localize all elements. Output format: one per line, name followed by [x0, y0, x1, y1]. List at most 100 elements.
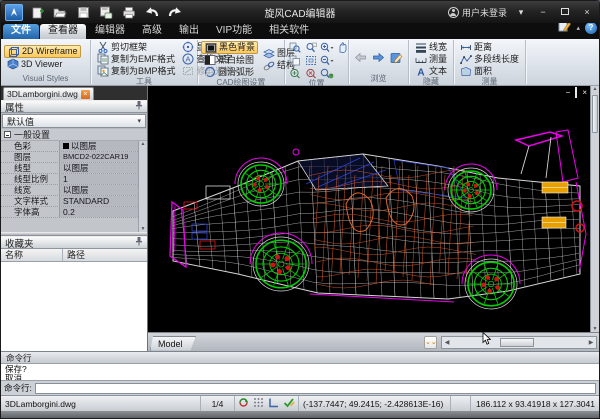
save-as-pdf-icon[interactable] [97, 4, 115, 21]
tab-related[interactable]: 相关软件 [261, 24, 317, 39]
hide-text-button[interactable]: A 文本 [412, 65, 449, 77]
properties-scrollbar[interactable]: ▲ ▼ [138, 141, 147, 232]
redo-icon[interactable] [166, 4, 184, 21]
scroll-down-icon[interactable]: ▼ [141, 226, 146, 232]
3d-cube-icon [6, 58, 19, 71]
text-a-icon: A [414, 65, 427, 78]
property-row-linetype[interactable]: 线型 以图层 [1, 163, 138, 174]
group-hide: 线宽 测量 A 文本 隐藏 [409, 40, 454, 86]
pan-hand-icon[interactable] [336, 41, 350, 53]
wireframe-car [169, 129, 587, 310]
property-grid: 色彩 以图层 图层 BMCD2-022CAR19 线型 以图层 线型比例 1 线… [1, 141, 147, 232]
zoom-in-dropdown-icon[interactable] [320, 41, 334, 53]
property-row-layer[interactable]: 图层 BMCD2-022CAR19 [1, 152, 138, 163]
collapse-ribbon-icon[interactable]: ▴ [576, 24, 580, 32]
zoom-window-icon[interactable] [288, 41, 302, 53]
scrollbar-thumb[interactable] [592, 95, 598, 133]
edit-view-icon[interactable] [390, 52, 404, 64]
model-tab[interactable]: Model [150, 335, 196, 351]
hide-lineweight-button[interactable]: 线宽 [412, 41, 449, 53]
polyline-length-button[interactable]: 多段线长度 [457, 53, 521, 65]
user-login-button[interactable]: 用户未登录 [447, 6, 507, 19]
zoom-out-dropdown-icon[interactable] [320, 54, 334, 66]
app-logo-icon[interactable] [5, 3, 23, 21]
zoom-all-icon[interactable] [288, 67, 302, 79]
tab-file[interactable]: 文件 [3, 24, 39, 39]
minimize-button[interactable]: − [535, 5, 551, 19]
back-arrow-icon[interactable] [354, 52, 368, 64]
scroll-up-icon[interactable]: ▲ [141, 141, 146, 147]
command-panel-header[interactable]: 命令行 [1, 352, 599, 364]
tab-advanced[interactable]: 高级 [134, 24, 170, 39]
ortho-icon[interactable] [268, 397, 279, 410]
save-icon[interactable] [74, 4, 92, 21]
favorites-list[interactable] [1, 262, 147, 351]
zoom-rect-icon[interactable] [304, 41, 318, 53]
close-document-icon[interactable]: × [80, 89, 90, 99]
maximize-button[interactable] [557, 5, 573, 19]
tab-viewer[interactable]: 查看器 [40, 24, 86, 39]
mdi-close-icon[interactable]: × [582, 88, 587, 97]
help-icon[interactable]: ? [585, 22, 597, 34]
pin-icon[interactable] [135, 100, 143, 113]
scroll-down-icon[interactable]: ▼ [593, 326, 598, 332]
property-preset-dropdown[interactable]: 默认值 ▾ [2, 114, 146, 128]
tab-output[interactable]: 输出 [171, 24, 207, 39]
command-input[interactable] [34, 382, 596, 394]
cut-frame-button[interactable]: 剪切框架 [94, 41, 178, 53]
grid-snap-icon[interactable] [253, 397, 264, 410]
mdi-restore-icon[interactable] [575, 87, 578, 98]
hide-measure-button[interactable]: 测量 [412, 53, 449, 65]
tab-editor[interactable]: 编辑器 [87, 24, 133, 39]
favorites-col-name[interactable]: 名称 [1, 249, 63, 261]
drawing-canvas[interactable]: − × ▲ ▼ [148, 86, 599, 332]
collapse-section-icon[interactable] [4, 131, 11, 138]
smooth-arc-button[interactable]: 圆滑弧形 [201, 66, 258, 78]
print-icon[interactable] [120, 4, 138, 21]
undo-icon[interactable] [143, 4, 161, 21]
distance-button[interactable]: 距离 [457, 41, 521, 53]
group-visual-styles: 2D Wireframe 3D Viewer Visual Styles [1, 40, 91, 84]
scroll-up-icon[interactable]: ▲ [593, 86, 598, 92]
black-background-button[interactable]: 黑色背景 [201, 41, 259, 54]
open-file-icon[interactable] [51, 4, 69, 21]
copy-view-icon[interactable] [288, 54, 302, 66]
canvas-vertical-scrollbar[interactable]: ▲ ▼ [590, 86, 599, 332]
bw-drawing-button[interactable]: 黑白绘图 [201, 54, 258, 66]
edit-ok-icon[interactable] [283, 397, 295, 410]
favorites-column-headers: 名称 路径 [1, 249, 147, 262]
scrollbar-thumb[interactable] [500, 337, 534, 347]
user-dropdown-icon[interactable]: ▾ [513, 5, 529, 19]
property-row-linetype-scale[interactable]: 线型比例 1 [1, 174, 138, 185]
canvas-horizontal-scrollbar[interactable]: ◀ ▶ [441, 335, 597, 349]
property-row-color[interactable]: 色彩 以图层 [1, 141, 138, 152]
tab-list-chevron-button[interactable]: ⌄⌄ [424, 335, 437, 349]
3d-viewer-button[interactable]: 3D Viewer [4, 58, 81, 70]
copy-bmp-button[interactable]: 复制为BMP格式 [94, 65, 178, 77]
mdi-minimize-icon[interactable]: − [566, 88, 571, 97]
document-tab[interactable]: 3DLamborgini.dwg × [3, 87, 94, 100]
2d-wireframe-button[interactable]: 2D Wireframe [4, 45, 81, 58]
command-input-row: 命令行: [1, 380, 599, 395]
close-button[interactable]: × [579, 5, 595, 19]
property-row-text-style[interactable]: 文字样式 STANDARD [1, 196, 138, 207]
zoom-extents-dropdown-icon[interactable] [320, 67, 334, 79]
copy-emf-button[interactable]: 复制为EMF格式 [94, 53, 178, 65]
area-button[interactable]: 面积 [457, 65, 521, 77]
command-history[interactable]: 保存? 取消 [1, 364, 599, 380]
tab-vip[interactable]: VIP功能 [208, 24, 260, 39]
new-file-icon[interactable] [28, 4, 46, 21]
favorites-col-path[interactable]: 路径 [63, 249, 147, 261]
sync-status-icon[interactable] [238, 397, 249, 410]
property-row-lineweight[interactable]: 线宽 以图层 [1, 185, 138, 196]
section-general-settings[interactable]: 一般设置 [1, 129, 147, 141]
forward-arrow-icon[interactable] [372, 52, 386, 64]
zoom-previous-icon[interactable] [304, 67, 318, 79]
scroll-left-icon[interactable]: ◀ [442, 339, 452, 346]
pin-icon[interactable] [135, 236, 143, 249]
group-label-visual-styles: Visual Styles [22, 74, 69, 83]
property-row-font-height[interactable]: 字体高 0.2 [1, 207, 138, 218]
status-icons [235, 396, 299, 411]
zoom-selection-icon[interactable] [304, 54, 318, 66]
scroll-right-icon[interactable]: ▶ [586, 339, 596, 346]
